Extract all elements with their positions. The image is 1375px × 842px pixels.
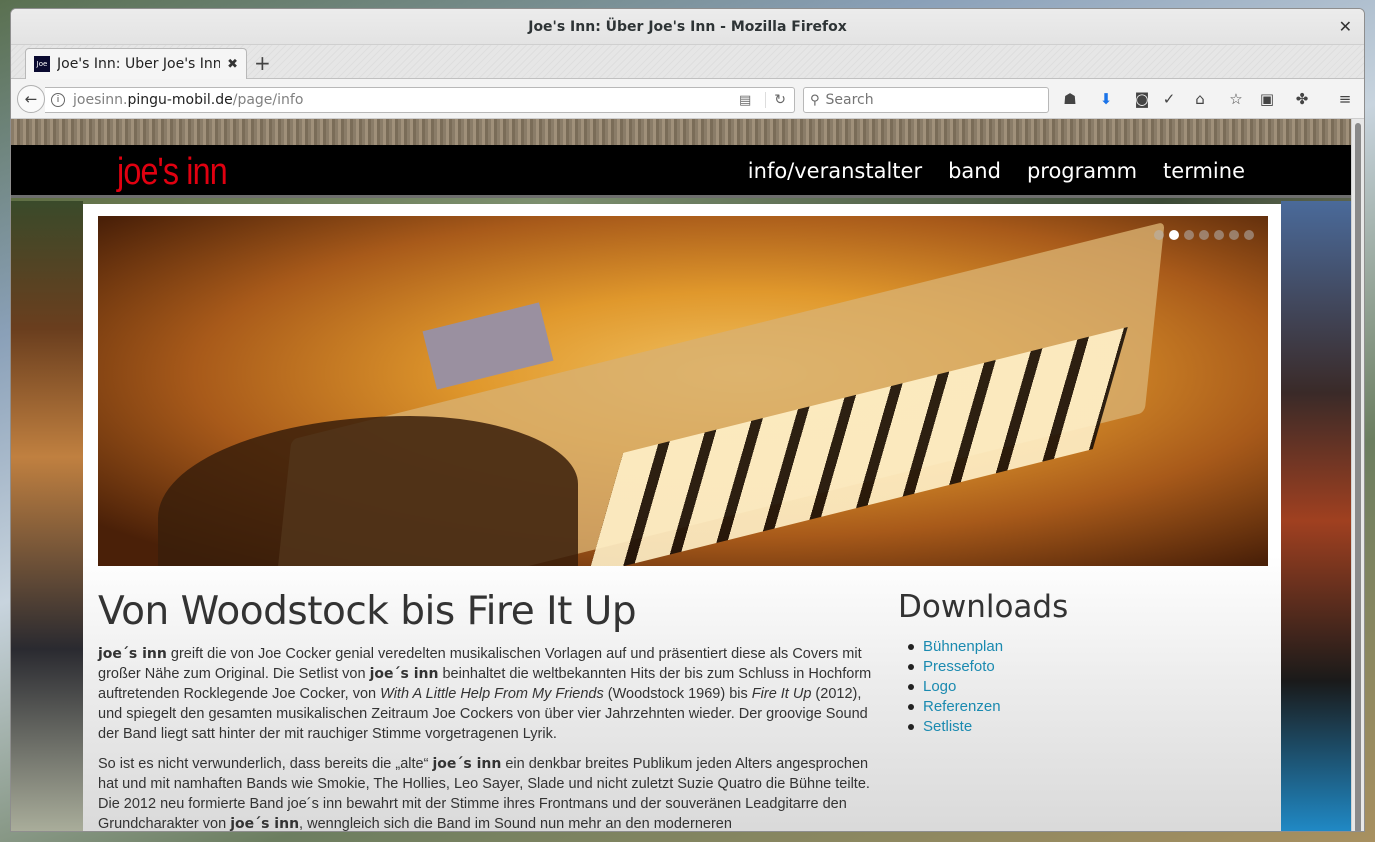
browser-window: Joe's Inn: Über Joe's Inn - Mozilla Fire…: [10, 8, 1365, 832]
slider-dot[interactable]: [1244, 230, 1254, 240]
site-info-icon[interactable]: i: [51, 93, 65, 107]
site-navigation: joe's inn info/veranstalter band program…: [11, 145, 1353, 198]
reload-icon[interactable]: ↻: [765, 92, 794, 108]
site-logo[interactable]: joe's inn: [117, 151, 228, 194]
bullet-icon: [908, 664, 914, 670]
bullet-icon: [908, 704, 914, 710]
window-title: Joe's Inn: Über Joe's Inn - Mozilla Fire…: [528, 18, 847, 35]
menu-item-termine[interactable]: termine: [1163, 159, 1245, 183]
slider-dot[interactable]: [1229, 230, 1239, 240]
back-button-icon[interactable]: ←: [17, 85, 45, 113]
scrollbar-thumb[interactable]: [1355, 123, 1361, 831]
slider-dot[interactable]: [1199, 230, 1209, 240]
downloads-list: Bühnenplan Pressefoto Logo Referenzen Se…: [898, 637, 1268, 737]
search-bar[interactable]: ⚲: [803, 87, 1049, 113]
slider-dot[interactable]: [1169, 230, 1179, 240]
background-photo-right: [1281, 201, 1353, 831]
tab-joes-inn[interactable]: Joe Joe's Inn: Über Joe's Inn ✖: [25, 48, 247, 79]
downloads-heading: Downloads: [898, 589, 1069, 625]
download-item: Logo: [908, 677, 1268, 697]
page-body: Von Woodstock bis Fire It Up joe´s inn g…: [83, 204, 1281, 832]
slider-dot[interactable]: [1154, 230, 1164, 240]
download-link-buehnenplan[interactable]: Bühnenplan: [923, 637, 1003, 657]
menu-item-info[interactable]: info/veranstalter: [748, 159, 922, 183]
header-texture: [11, 119, 1353, 145]
download-item: Setliste: [908, 717, 1268, 737]
bullet-icon: [908, 684, 914, 690]
url-bar[interactable]: i joesinn.pingu-mobil.de/page/info ▤ ↻: [45, 87, 795, 113]
player-hand: [158, 416, 578, 566]
bullet-icon: [908, 644, 914, 650]
song-title: With A Little Help From My Friends: [380, 686, 604, 702]
new-tab-icon[interactable]: +: [254, 51, 271, 75]
pocket-icon[interactable]: ✓: [1159, 90, 1179, 108]
home-icon[interactable]: ⌂: [1190, 90, 1210, 108]
slider-dot[interactable]: [1214, 230, 1224, 240]
song-title: Fire It Up: [751, 686, 812, 702]
main-menu: info/veranstalter band programm termine: [748, 159, 1245, 183]
tab-label: Joe's Inn: Über Joe's Inn: [57, 56, 221, 72]
main-content: Von Woodstock bis Fire It Up joe´s inn g…: [98, 589, 873, 832]
text-fragment: So ist es nicht verwunderlich, dass bere…: [98, 756, 433, 772]
navigation-bar: ← i joesinn.pingu-mobil.de/page/info ▤ ↻…: [11, 79, 1364, 119]
bold-band-name: joe´s inn: [230, 816, 300, 832]
reader-view-icon[interactable]: ▤: [739, 93, 751, 108]
downloads-sidebar: Downloads Bühnenplan Pressefoto Logo Ref…: [898, 589, 1268, 737]
bookmark-star-icon[interactable]: ☆: [1226, 90, 1246, 108]
page-heading: Von Woodstock bis Fire It Up: [98, 589, 637, 634]
extension-icon[interactable]: ✤: [1292, 90, 1312, 108]
intro-paragraph: joe´s inn greift die von Joe Cocker geni…: [98, 644, 873, 744]
close-tab-icon[interactable]: ✖: [227, 57, 238, 72]
menu-item-programm[interactable]: programm: [1027, 159, 1137, 183]
slider-dot[interactable]: [1184, 230, 1194, 240]
menu-item-band[interactable]: band: [948, 159, 1001, 183]
bold-band-name: joe´s inn: [369, 666, 439, 682]
slider-dots: [1154, 230, 1254, 240]
bold-band-name: joe´s inn: [432, 756, 502, 772]
menu-hamburger-icon[interactable]: ≡: [1335, 90, 1355, 108]
text-fragment: , wenngleich sich die Band im Sound nun …: [299, 816, 732, 832]
bold-band-name: joe´s inn: [98, 646, 167, 662]
search-input[interactable]: [825, 92, 1026, 108]
close-window-icon[interactable]: ✕: [1339, 17, 1352, 36]
page-viewport: joe's inn info/veranstalter band program…: [11, 119, 1353, 832]
title-bar: Joe's Inn: Über Joe's Inn - Mozilla Fire…: [11, 9, 1364, 45]
download-item: Referenzen: [908, 697, 1268, 717]
url-domain: pingu-mobil.de: [127, 92, 233, 108]
text-fragment: (Woodstock 1969) bis: [603, 686, 752, 702]
screenshot-icon[interactable]: ◙: [1132, 90, 1152, 108]
background-photo-left: [11, 201, 83, 831]
download-link-setliste[interactable]: Setliste: [923, 717, 972, 737]
search-icon: ⚲: [810, 92, 820, 108]
favicon-icon: Joe: [34, 56, 50, 72]
download-link-pressefoto[interactable]: Pressefoto: [923, 657, 995, 677]
keyboard-display: [422, 302, 554, 390]
download-link-logo[interactable]: Logo: [923, 677, 956, 697]
bullet-icon: [908, 724, 914, 730]
vertical-scrollbar[interactable]: [1351, 119, 1364, 831]
download-item: Bühnenplan: [908, 637, 1268, 657]
download-icon[interactable]: ⬇: [1096, 90, 1116, 108]
download-link-referenzen[interactable]: Referenzen: [923, 697, 1001, 717]
url-prefix: joesinn.: [73, 92, 128, 108]
second-paragraph: So ist es nicht verwunderlich, dass bere…: [98, 754, 873, 832]
tab-bar: Joe Joe's Inn: Über Joe's Inn ✖ +: [11, 45, 1364, 79]
download-item: Pressefoto: [908, 657, 1268, 677]
url-path: /page/info: [232, 92, 304, 108]
user-icon[interactable]: ☗: [1060, 90, 1080, 108]
url-text[interactable]: joesinn.pingu-mobil.de/page/info: [73, 92, 739, 108]
hero-slider-image: [98, 216, 1268, 566]
bookmarks-list-icon[interactable]: ▣: [1257, 90, 1277, 108]
